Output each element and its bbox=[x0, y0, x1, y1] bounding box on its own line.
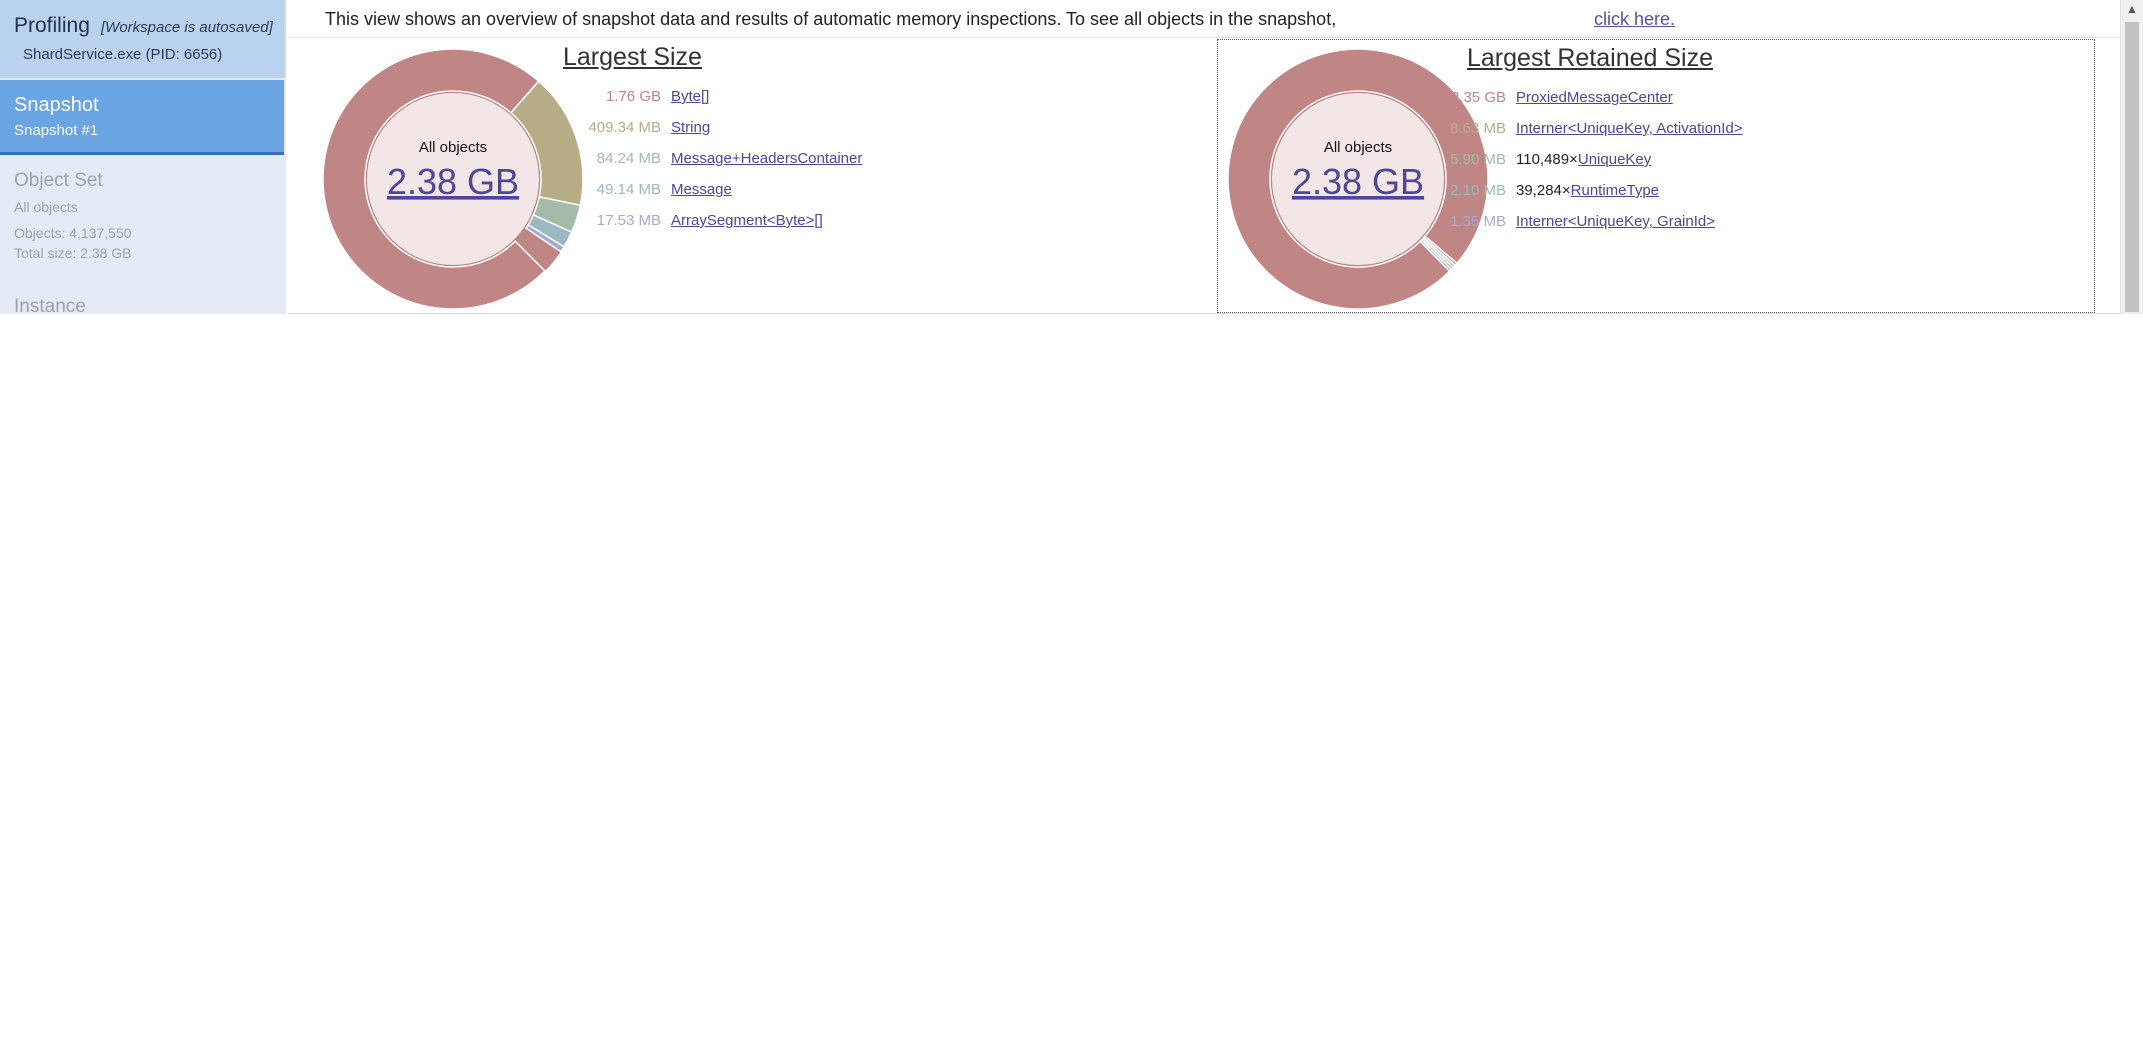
legend-row: 17.53 MB ArraySegment<Byte>[] bbox=[573, 212, 1193, 243]
info-bar: This view shows an overview of snapshot … bbox=[288, 0, 2120, 38]
legend-row: 2.35 GB ProxiedMessageCenter bbox=[1418, 89, 2078, 120]
legend-size: 1.35 MB bbox=[1450, 213, 1506, 230]
legend-type-link[interactable]: Interner<UniqueKey, GrainId> bbox=[1516, 213, 1715, 230]
scroll-thumb[interactable] bbox=[2125, 22, 2139, 312]
legend-row: 84.24 MB Message+HeadersContainer bbox=[573, 150, 1193, 181]
autosave-note: [Workspace is autosaved] bbox=[101, 19, 273, 36]
center-total-value[interactable]: 2.38 GB bbox=[387, 161, 519, 202]
legend-type-link[interactable]: ProxiedMessageCenter bbox=[1516, 89, 1673, 106]
legend-row: 1.76 GB Byte[] bbox=[573, 88, 1193, 119]
legend-size: 8.63 MB bbox=[1450, 120, 1506, 137]
legend-row: 49.14 MB Message bbox=[573, 181, 1193, 212]
snapshot-title: Snapshot bbox=[14, 94, 99, 116]
profiling-title: Profiling bbox=[14, 14, 90, 37]
legend-count: 39,284× bbox=[1516, 182, 1571, 199]
largest-retained-size-legend: 2.35 GB ProxiedMessageCenter 8.63 MB Intern… bbox=[1418, 89, 2078, 244]
center-label: All objects bbox=[1324, 139, 1392, 156]
center-total-value[interactable]: 2.38 GB bbox=[1292, 161, 1424, 202]
sidebar-item-instance[interactable]: Instance bbox=[14, 296, 86, 314]
process-label: ShardService.exe (PID: 6656) bbox=[23, 46, 223, 63]
sidebar-item-profiling[interactable]: Profiling [Workspace is autosaved] Shard… bbox=[0, 0, 286, 78]
sidebar-item-snapshot[interactable]: Snapshot Snapshot #1 bbox=[0, 80, 284, 155]
legend-type-link[interactable]: UniqueKey bbox=[1578, 151, 1651, 168]
legend-entry: 39,284×RuntimeType bbox=[1516, 182, 1659, 199]
legend-entry: Interner<UniqueKey, ActivationId> bbox=[1516, 120, 1743, 137]
largest-size-legend: 1.76 GB Byte[] 409.34 MB String 84.24 MB Mess… bbox=[573, 88, 1193, 243]
legend-row: 1.35 MB Interner<UniqueKey, GrainId> bbox=[1418, 213, 2078, 244]
vertical-scrollbar[interactable]: ▲ bbox=[2120, 0, 2143, 314]
legend-entry: ProxiedMessageCenter bbox=[1516, 89, 1673, 106]
largest-size-panel: Largest Size All objects 2.38 GB 1.76 GB B… bbox=[288, 39, 1213, 313]
legend-size: 409.34 MB bbox=[588, 119, 661, 136]
legend-size: 2.10 MB bbox=[1450, 182, 1506, 199]
legend-entry: String bbox=[671, 119, 710, 136]
legend-type-link[interactable]: RuntimeType bbox=[1571, 182, 1659, 199]
legend-count: 110,489× bbox=[1516, 151, 1578, 168]
info-text: This view shows an overview of snapshot … bbox=[325, 9, 1337, 29]
legend-entry: ArraySegment<Byte>[] bbox=[671, 212, 823, 229]
legend-entry: Byte[] bbox=[671, 88, 709, 105]
largest-retained-size-title[interactable]: Largest Retained Size bbox=[1467, 44, 1713, 73]
legend-type-link[interactable]: Byte[] bbox=[671, 88, 709, 105]
legend-entry: 110,489×UniqueKey bbox=[1516, 151, 1651, 168]
object-set-size: Total size: 2.38 GB bbox=[14, 245, 132, 261]
legend-size: 5.90 MB bbox=[1450, 151, 1506, 168]
legend-size: 49.14 MB bbox=[596, 181, 661, 198]
legend-size: 1.76 GB bbox=[605, 88, 661, 105]
legend-size: 2.35 GB bbox=[1450, 89, 1506, 106]
snapshot-subtitle: Snapshot #1 bbox=[14, 122, 99, 139]
object-set-name: All objects bbox=[14, 199, 78, 215]
legend-row: 2.10 MB 39,284×RuntimeType bbox=[1418, 182, 2078, 213]
object-set-count: Objects: 4,137,550 bbox=[14, 225, 132, 241]
legend-type-link[interactable]: Message bbox=[671, 181, 732, 198]
legend-entry: Message bbox=[671, 181, 732, 198]
legend-type-link[interactable]: String bbox=[671, 119, 710, 136]
sidebar: Profiling [Workspace is autosaved] Shard… bbox=[0, 0, 286, 314]
scroll-up-icon[interactable]: ▲ bbox=[2126, 2, 2138, 16]
legend-size: 17.53 MB bbox=[596, 212, 661, 229]
show-all-objects-link[interactable]: click here. bbox=[1594, 9, 1675, 30]
largest-size-donut: All objects 2.38 GB bbox=[322, 48, 584, 310]
legend-type-link[interactable]: ArraySegment<Byte>[] bbox=[671, 212, 823, 229]
center-label: All objects bbox=[419, 139, 487, 156]
legend-type-link[interactable]: Interner<UniqueKey, ActivationId> bbox=[1516, 120, 1743, 137]
legend-size: 84.24 MB bbox=[596, 150, 661, 167]
legend-row: 5.90 MB 110,489×UniqueKey bbox=[1418, 151, 2078, 182]
legend-row: 409.34 MB String bbox=[573, 119, 1193, 150]
legend-row: 8.63 MB Interner<UniqueKey, ActivationId> bbox=[1418, 120, 2078, 151]
legend-entry: Message+HeadersContainer bbox=[671, 150, 862, 167]
legend-type-link[interactable]: Message+HeadersContainer bbox=[671, 150, 862, 167]
object-set-title: Object Set bbox=[14, 170, 103, 191]
legend-entry: Interner<UniqueKey, GrainId> bbox=[1516, 213, 1715, 230]
largest-retained-size-panel: Largest Retained Size All objects 2.38 GB… bbox=[1217, 39, 2095, 313]
